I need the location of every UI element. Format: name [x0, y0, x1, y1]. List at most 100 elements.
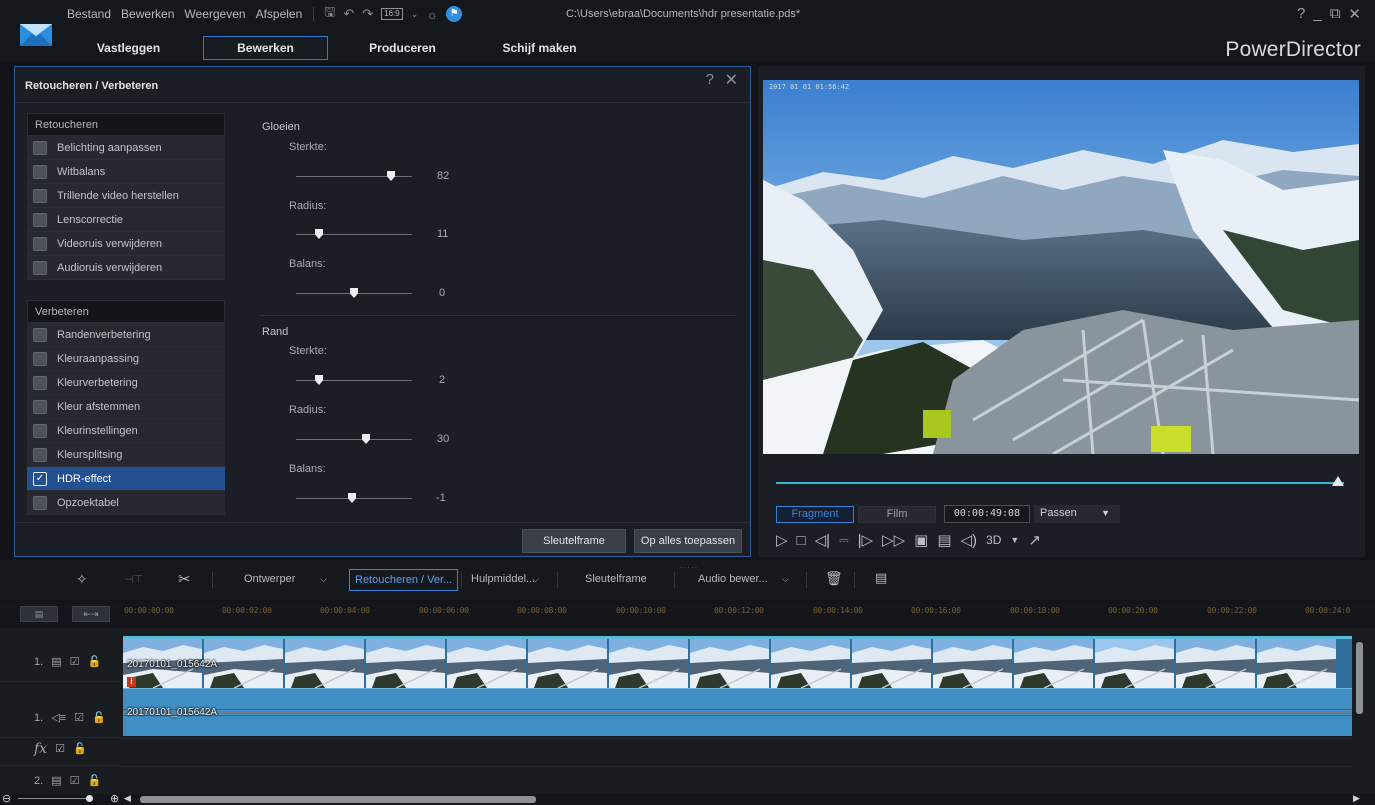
track-enable-checkbox[interactable]: ☑ — [55, 742, 65, 755]
previous-frame-icon[interactable]: ◁| — [815, 531, 830, 549]
video-preview-frame[interactable]: 2017 01 01 01:56:42 — [763, 80, 1359, 454]
notification-bell-icon[interactable]: ⚑ — [446, 6, 463, 22]
scroll-right-icon[interactable]: ▶ — [1353, 793, 1360, 804]
checkbox[interactable] — [33, 260, 47, 275]
aspect-ratio-dropdown[interactable]: 16:9 — [381, 8, 403, 20]
lock-icon[interactable]: 🔓 — [87, 774, 101, 787]
scrubber-handle[interactable] — [1332, 476, 1344, 486]
audio-clip[interactable]: 20170101_015642A — [123, 688, 1352, 736]
trash-icon[interactable]: 🗑 — [825, 570, 843, 587]
audio-editing-button[interactable]: Audio bewer... — [698, 573, 768, 585]
more-features-icon[interactable]: ▤ — [875, 570, 887, 586]
zoom-slider[interactable] — [18, 798, 88, 799]
checkbox[interactable] — [33, 140, 47, 155]
checkbox[interactable] — [33, 495, 47, 510]
track-enable-checkbox[interactable]: ☑ — [74, 711, 84, 724]
redo-icon[interactable]: ↷ — [362, 6, 373, 22]
next-frame-icon[interactable]: |▷ — [858, 531, 873, 549]
list-item-split-toning[interactable]: Kleursplitsing — [27, 443, 225, 467]
slider-thumb[interactable] — [350, 288, 358, 298]
zoom-in-icon[interactable]: ⊕ — [110, 792, 119, 805]
vertical-scrollbar[interactable] — [1353, 628, 1367, 796]
keyframe-toolbar-button[interactable]: Sleutelframe — [585, 573, 647, 585]
menu-file[interactable]: Bestand — [66, 7, 112, 21]
restore-icon[interactable]: ⧉ — [1330, 5, 1341, 23]
help-icon[interactable]: ? — [706, 71, 714, 88]
track-enable-checkbox[interactable]: ☑ — [70, 655, 80, 668]
glow-balance-slider[interactable] — [296, 287, 412, 299]
list-item-hdr-effect[interactable]: ✓ HDR-effect — [27, 467, 225, 491]
list-item-color-enhancement[interactable]: Kleurverbetering — [27, 371, 225, 395]
split-icon[interactable]: ⎓ — [839, 533, 849, 548]
checkbox[interactable] — [33, 164, 47, 179]
list-item-exposure[interactable]: Belichting aanpassen — [27, 136, 225, 160]
scroll-left-icon[interactable]: ◀ — [124, 793, 131, 804]
checkbox[interactable] — [33, 351, 47, 366]
3d-toggle[interactable]: 3D — [986, 533, 1001, 547]
volume-icon[interactable]: ◁) — [961, 531, 978, 549]
close-icon[interactable]: ✕ — [1348, 5, 1361, 23]
menu-view[interactable]: Weergeven — [183, 7, 246, 21]
list-item-white-balance[interactable]: Witbalans — [27, 160, 225, 184]
save-icon[interactable]: 🖫 — [324, 3, 335, 25]
list-item-lens-correction[interactable]: Lenscorrectie — [27, 208, 225, 232]
playback-scrubber[interactable] — [776, 482, 1344, 484]
clip-info-icon[interactable]: i — [127, 677, 136, 687]
lock-icon[interactable]: 🔓 — [92, 711, 106, 724]
chevron-down-icon[interactable]: ⌄ — [411, 9, 419, 20]
edge-strength-slider[interactable] — [296, 374, 412, 386]
checkbox[interactable] — [33, 447, 47, 462]
list-item-lookup-table[interactable]: Opzoektabel — [27, 491, 225, 515]
horizontal-scrollbar[interactable] — [140, 796, 536, 803]
list-item-color-presets[interactable]: Kleurinstellingen — [27, 419, 225, 443]
audio-dropdown-icon[interactable]: ⌵ — [782, 574, 789, 585]
glow-strength-slider[interactable] — [296, 170, 412, 182]
tab-movie[interactable]: Film — [858, 505, 936, 523]
menu-playback[interactable]: Afspelen — [255, 7, 304, 21]
list-item-stabilizer[interactable]: Trillende video herstellen — [27, 184, 225, 208]
timecode-display[interactable]: 00:00:49:08 — [944, 505, 1030, 523]
slider-thumb[interactable] — [362, 434, 370, 444]
keyframe-button[interactable]: Sleutelframe — [522, 529, 626, 553]
list-item-color-match[interactable]: Kleur afstemmen — [27, 395, 225, 419]
tab-edit[interactable]: Bewerken — [203, 36, 328, 60]
slider-thumb[interactable] — [348, 493, 356, 503]
play-icon[interactable]: ▷ — [776, 531, 788, 549]
designer-button[interactable]: Ontwerper — [244, 573, 295, 585]
stop-icon[interactable]: □ — [797, 532, 806, 549]
slider-thumb[interactable] — [315, 229, 323, 239]
slider-thumb[interactable] — [315, 375, 323, 385]
lock-icon[interactable]: 🔓 — [73, 742, 87, 755]
apply-to-all-button[interactable]: Op alles toepassen — [634, 529, 742, 553]
checkbox[interactable] — [33, 423, 47, 438]
track-enable-checkbox[interactable]: ☑ — [70, 774, 80, 787]
undock-preview-icon[interactable]: ↗ — [1028, 531, 1041, 549]
fix-enhance-button[interactable]: Retoucheren / Ver... — [349, 569, 459, 591]
tools-dropdown-icon[interactable]: ⌵ — [532, 574, 539, 585]
scissors-icon[interactable]: ✂ — [178, 570, 191, 588]
help-icon[interactable]: ? — [1297, 5, 1305, 23]
fit-timeline-icon[interactable]: ⇤⇥ — [72, 606, 110, 622]
menu-edit[interactable]: Bewerken — [120, 7, 175, 21]
list-item-video-denoise[interactable]: Videoruis verwijderen — [27, 232, 225, 256]
checkbox[interactable] — [33, 212, 47, 227]
zoom-out-icon[interactable]: ⊖ — [2, 792, 11, 805]
tab-clip[interactable]: Fragment — [776, 505, 854, 523]
checkbox[interactable] — [33, 375, 47, 390]
checkbox[interactable] — [33, 399, 47, 414]
list-item-audio-denoise[interactable]: Audioruis verwijderen — [27, 256, 225, 280]
designer-dropdown-icon[interactable]: ⌵ — [320, 574, 327, 585]
tab-produce[interactable]: Produceren — [340, 36, 465, 60]
checkbox-checked[interactable]: ✓ — [33, 471, 47, 486]
checkbox[interactable] — [33, 188, 47, 203]
slider-thumb[interactable] — [387, 171, 395, 181]
track-manager-icon[interactable]: ▤ — [20, 606, 58, 622]
subtitles-icon[interactable]: ▤ — [937, 531, 951, 549]
list-item-edge-enhancement[interactable]: Randenverbetering — [27, 323, 225, 347]
fast-forward-icon[interactable]: ▷▷ — [882, 531, 905, 549]
settings-gear-icon[interactable]: ☼ — [426, 7, 438, 22]
magic-wand-icon[interactable]: ✧ — [76, 571, 88, 588]
timeline-ruler[interactable]: ▤ ⇤⇥ 00:00:00:00 00:00:02:00 00:00:04:00… — [0, 602, 1375, 628]
tools-button[interactable]: Hulpmiddel... — [471, 573, 535, 585]
checkbox[interactable] — [33, 327, 47, 342]
